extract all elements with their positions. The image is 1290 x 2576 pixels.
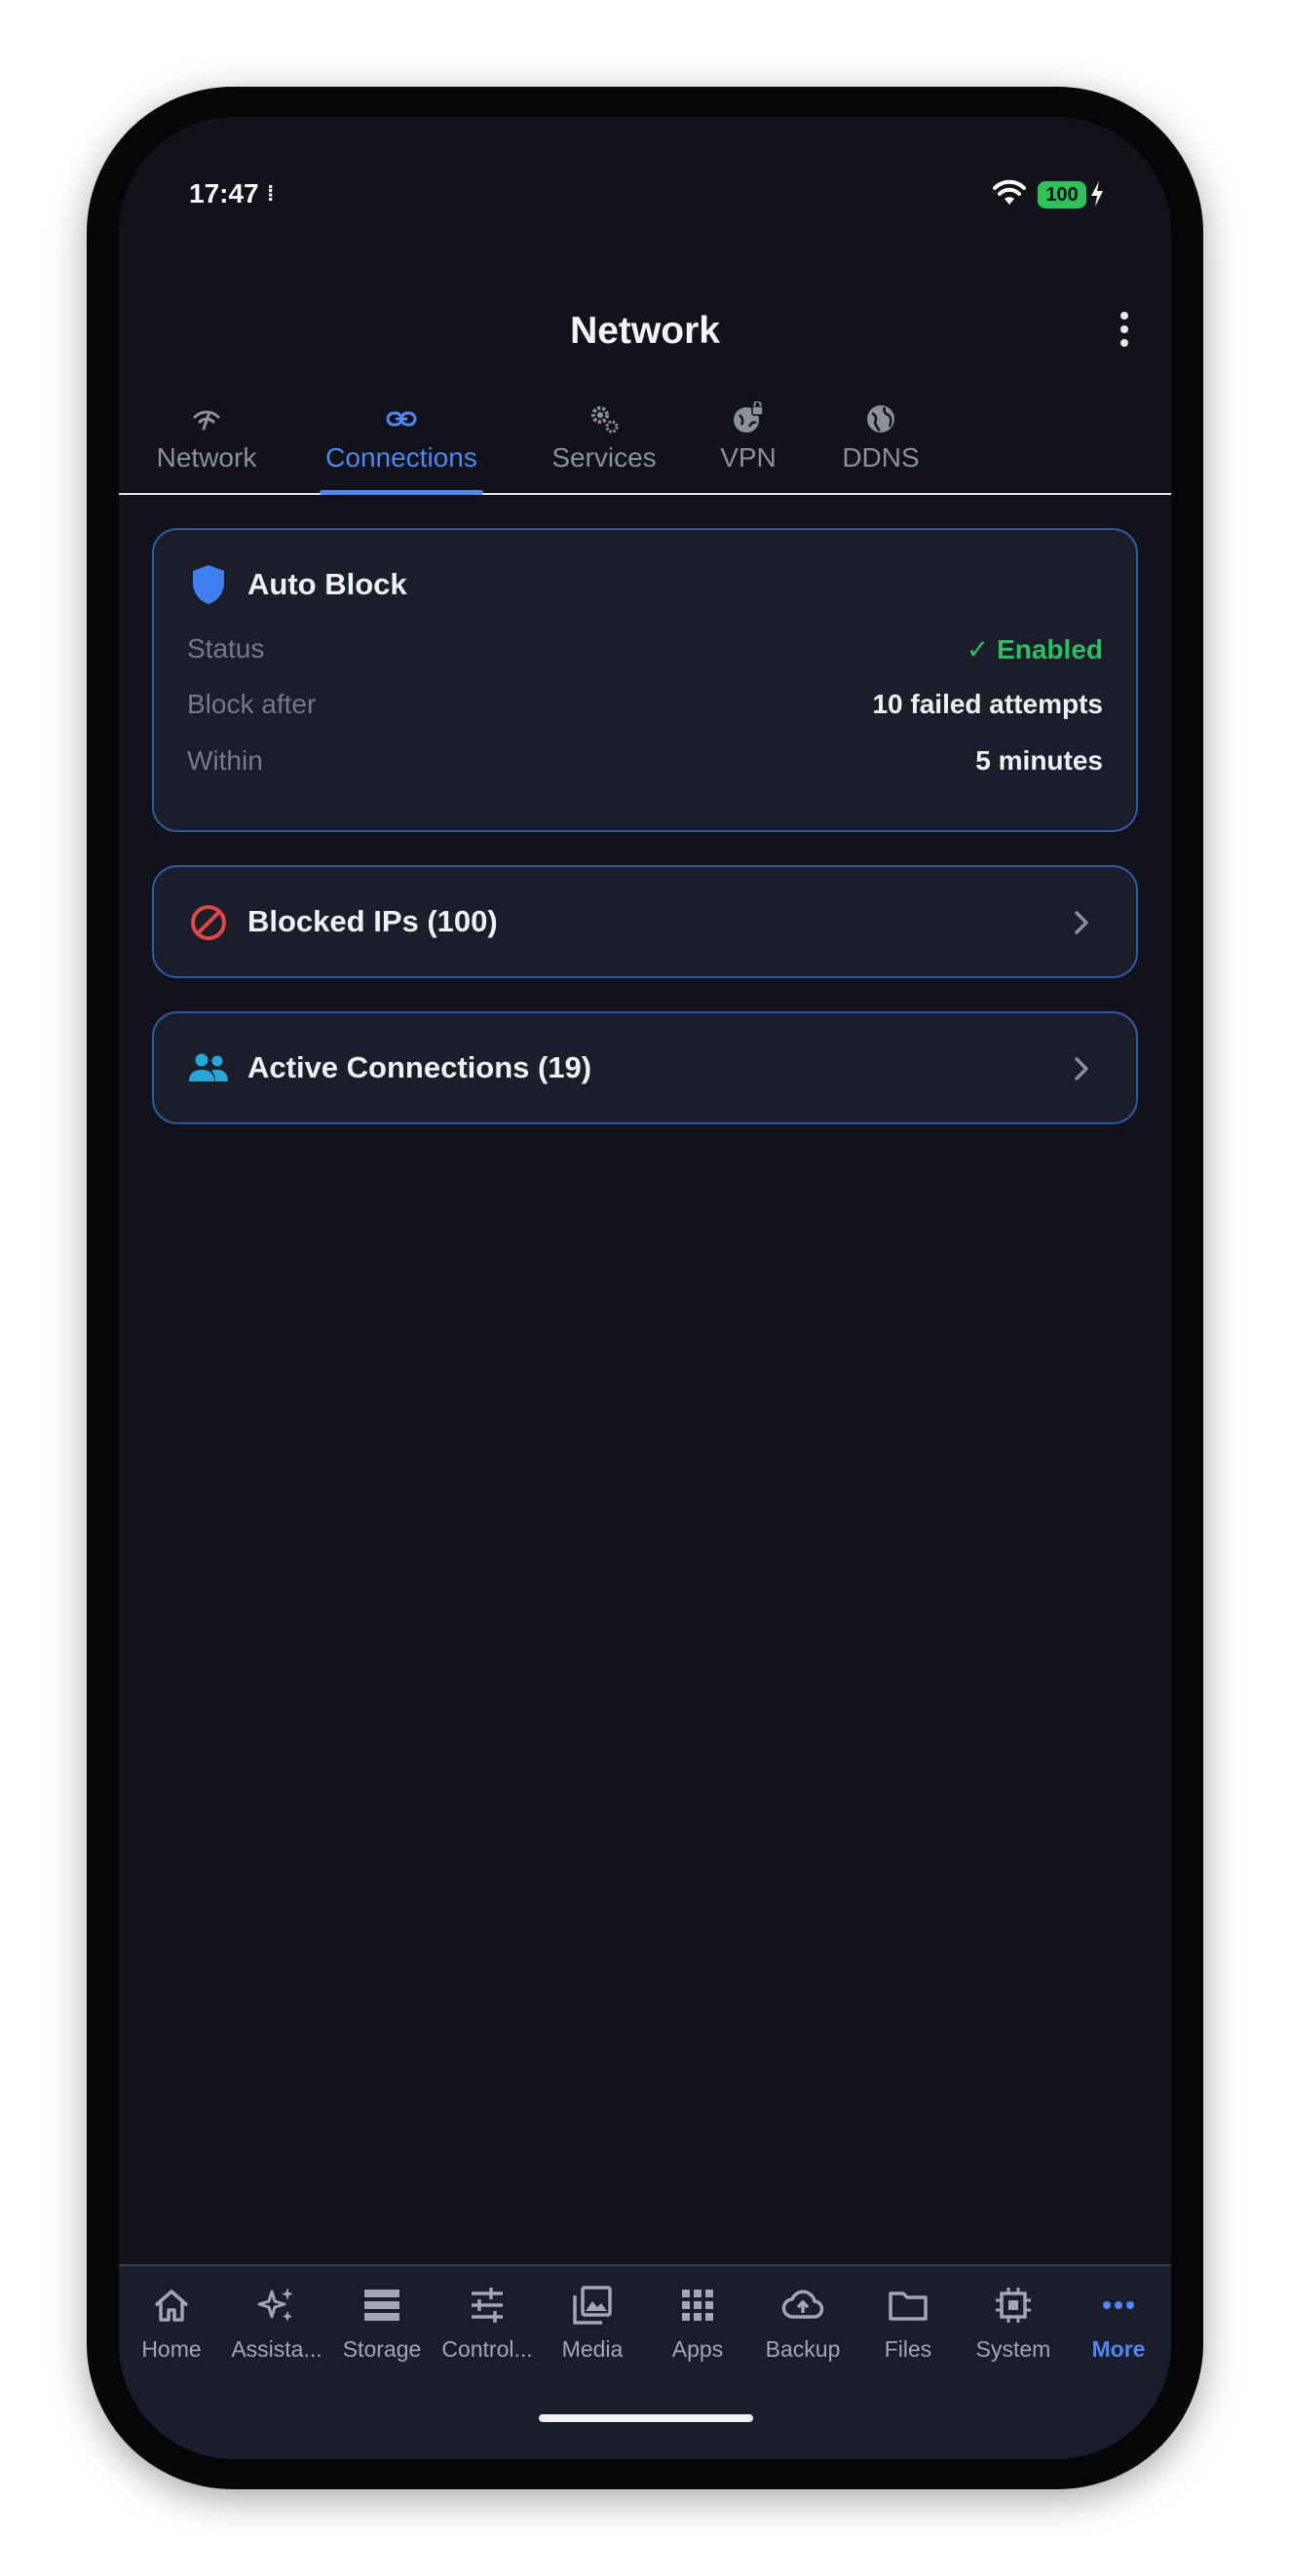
- block-after-value: 10 failed attempts: [872, 689, 1103, 719]
- status-label: Status: [187, 633, 265, 663]
- apps-grid-icon: [682, 2290, 713, 2321]
- nav-label: Home: [141, 2336, 202, 2362]
- globe-icon: [867, 405, 894, 433]
- nav-more[interactable]: More: [1066, 2266, 1171, 2383]
- globe-lock-icon: [734, 401, 764, 433]
- nav-home[interactable]: Home: [119, 2266, 224, 2383]
- status-indicator: ⁞: [267, 181, 275, 206]
- status-value: ✓ Enabled: [966, 634, 1103, 664]
- blocked-ips-label: Blocked IPs (100): [247, 904, 498, 938]
- tab-ddns[interactable]: DDNS: [830, 392, 931, 493]
- nav-system[interactable]: System: [961, 2266, 1066, 2383]
- within-value: 5 minutes: [975, 745, 1103, 776]
- block-after-label: Block after: [187, 689, 317, 719]
- nav-label: Backup: [765, 2336, 841, 2362]
- nav-assistant[interactable]: Assista...: [224, 2266, 329, 2383]
- tab-label: Network: [156, 442, 257, 473]
- tab-label: VPN: [720, 442, 777, 473]
- nav-label: Assista...: [231, 2336, 322, 2362]
- nav-media[interactable]: Media: [540, 2266, 645, 2383]
- cloud-upload-icon: [781, 2290, 824, 2319]
- home-icon: [154, 2290, 189, 2322]
- status-time: 17:47: [189, 178, 259, 208]
- tab-label: Connections: [325, 442, 477, 473]
- tab-bar: Network Connections Services VPN DDNS: [119, 392, 1171, 495]
- tab-label: Services: [551, 442, 657, 473]
- sliders-icon: [472, 2288, 503, 2323]
- nav-label: Control...: [441, 2336, 533, 2362]
- more-horizontal-icon: [1103, 2301, 1134, 2309]
- nav-label: Storage: [342, 2336, 422, 2362]
- home-indicator[interactable]: [539, 2414, 753, 2422]
- wifi-icon: [993, 179, 1026, 205]
- storage-icon: [364, 2290, 399, 2321]
- chevron-right-icon: [1075, 911, 1088, 934]
- nav-label: More: [1091, 2336, 1146, 2362]
- card-title: Auto Block: [247, 567, 407, 601]
- photo-library-icon: [573, 2286, 612, 2325]
- active-connections-card[interactable]: Active Connections (19): [152, 1011, 1138, 1124]
- gears-icon: [591, 406, 619, 434]
- active-connections-label: Active Connections (19): [247, 1050, 592, 1084]
- within-label: Within: [187, 745, 263, 776]
- blocked-ips-card[interactable]: Blocked IPs (100): [152, 865, 1138, 978]
- chevron-right-icon: [1075, 1057, 1088, 1080]
- nav-storage[interactable]: Storage: [329, 2266, 435, 2383]
- nav-label: Media: [561, 2336, 624, 2362]
- chip-icon: [996, 2288, 1031, 2323]
- people-icon: [189, 1053, 228, 1081]
- charging-icon: [1091, 181, 1103, 207]
- app-header: Network: [119, 292, 1171, 390]
- bottom-nav: Home Assista... Storage Control... Media…: [119, 2264, 1171, 2459]
- nav-label: System: [975, 2336, 1051, 2362]
- auto-block-card: Auto Block Status ✓ Enabled Block after …: [152, 528, 1138, 832]
- nav-label: Files: [884, 2336, 932, 2362]
- nav-label: Apps: [671, 2336, 724, 2362]
- status-bar: 17:47 ⁞ 100: [119, 117, 1171, 273]
- app-screen: 17:47 ⁞ 100 Network Network Connections …: [119, 117, 1171, 2459]
- tab-vpn[interactable]: VPN: [707, 392, 789, 493]
- nav-backup[interactable]: Backup: [750, 2266, 855, 2383]
- link-icon: [386, 411, 417, 427]
- folder-icon: [889, 2292, 928, 2321]
- tab-connections[interactable]: Connections: [320, 392, 483, 495]
- active-tab-indicator: [320, 490, 483, 495]
- nav-control[interactable]: Control...: [435, 2266, 540, 2383]
- wifi-signal-icon: [193, 410, 220, 431]
- battery-level: 100: [1038, 181, 1086, 208]
- nav-apps[interactable]: Apps: [645, 2266, 750, 2383]
- sparkle-icon: [257, 2288, 293, 2322]
- more-vertical-icon[interactable]: [1113, 308, 1136, 351]
- shield-icon: [193, 565, 224, 604]
- tab-services[interactable]: Services: [538, 392, 670, 493]
- block-icon: [191, 905, 226, 940]
- page-title: Network: [570, 310, 720, 352]
- tab-label: DDNS: [842, 442, 920, 473]
- tab-network[interactable]: Network: [146, 392, 267, 493]
- nav-files[interactable]: Files: [855, 2266, 961, 2383]
